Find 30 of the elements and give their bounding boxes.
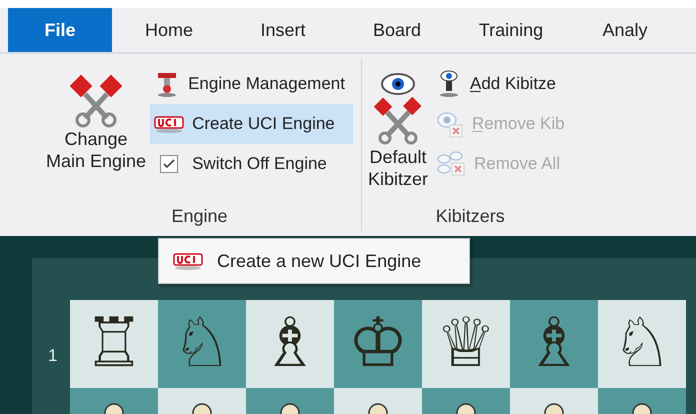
- uci-logo-icon: [173, 252, 203, 270]
- large-ribbon-button[interactable]: Default Kibitzer: [368, 58, 428, 202]
- ribbon-tab[interactable]: Board: [340, 8, 454, 52]
- ribbon-tab[interactable]: Insert: [226, 8, 340, 52]
- tooltip-text: Create a new UCI Engine: [217, 250, 422, 272]
- ribbon-tab[interactable]: File: [8, 8, 112, 52]
- group-label: Kibitzers: [434, 205, 506, 228]
- rank-label: 1: [48, 346, 58, 366]
- ribbon-tab[interactable]: Training: [454, 8, 568, 52]
- ribbon-button[interactable]: Engine Management: [150, 64, 353, 104]
- ribbon-button[interactable]: Switch Off Engine: [150, 144, 353, 184]
- eye-remove-icon: [436, 110, 464, 138]
- uci-logo-icon: [154, 115, 184, 133]
- pawn-icon[interactable]: [279, 402, 301, 414]
- pawn-icon[interactable]: [631, 402, 653, 414]
- large-ribbon-button[interactable]: Change Main Engine: [46, 58, 146, 202]
- eyes-remove-icon: [436, 151, 466, 177]
- ribbon-button[interactable]: Add Kibitze: [432, 64, 573, 104]
- pawn-icon[interactable]: [191, 402, 213, 414]
- pawn-icon[interactable]: [543, 402, 565, 414]
- pawn-icon[interactable]: [367, 402, 389, 414]
- group-label: Engine: [170, 205, 229, 228]
- ribbon-tab[interactable]: Home: [112, 8, 226, 52]
- checkbox[interactable]: [160, 155, 178, 173]
- pawn-icon[interactable]: [103, 402, 125, 414]
- ribbon-button[interactable]: Create UCI Engine: [150, 104, 353, 144]
- pawn-icon[interactable]: [455, 402, 477, 414]
- ribbon-tab[interactable]: Analy: [568, 8, 682, 52]
- crossed-pistons-icon: [69, 72, 124, 128]
- checkmark-icon: [163, 159, 176, 169]
